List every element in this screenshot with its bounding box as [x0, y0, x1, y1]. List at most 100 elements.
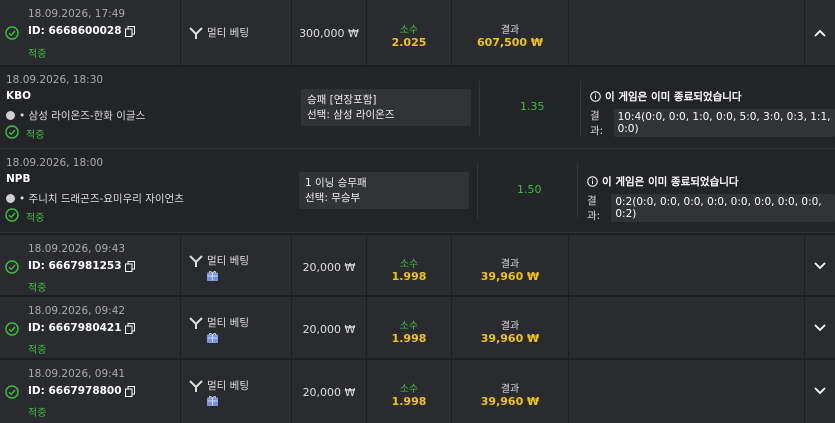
odds-label: 소수 — [399, 384, 419, 395]
bet-row[interactable]: 18.09.2026, 09:41 ID: 6667978800 적중 멀티 베… — [0, 360, 835, 423]
selection-odds: 1.35 — [520, 100, 545, 113]
divider — [479, 81, 480, 137]
bet-date: 18.09.2026, 09:41 — [28, 368, 126, 380]
stake-amount: 20,000 ₩ — [302, 323, 356, 336]
odds-value: 2.025 — [391, 36, 427, 49]
check-circle-icon — [5, 208, 19, 222]
result-label: 결과 — [500, 384, 520, 395]
bet-date: 18.09.2026, 09:43 — [28, 243, 126, 255]
divider — [477, 163, 478, 219]
match-name: • 주니치 드래곤즈-요미우리 자이언츠 — [19, 193, 184, 205]
odds-value: 1.998 — [391, 332, 427, 345]
bet-type-label: 멀티 베팅 — [207, 380, 249, 392]
bet-id: ID: 6668600028 — [28, 25, 122, 37]
multi-bet-icon — [189, 27, 203, 39]
bet-type-label: 멀티 베팅 — [207, 317, 249, 329]
expand-toggle[interactable] — [805, 235, 835, 295]
market-name: 승패 [연장포함] — [307, 94, 377, 106]
status-badge: 적중 — [28, 49, 47, 60]
gift-icon — [207, 332, 218, 343]
multi-bet-icon — [189, 380, 203, 392]
payout-value: 39,960 ₩ — [480, 395, 540, 408]
bet-id: ID: 6667978800 — [28, 385, 122, 397]
score-box: 0:2(0:0, 0:0, 0:0, 0:0, 0:0, 0:0, 0:0, 0… — [611, 194, 835, 222]
payout-value: 39,960 ₩ — [480, 270, 540, 283]
expand-toggle[interactable] — [805, 297, 835, 358]
bet-row[interactable]: 18.09.2026, 09:42 ID: 6667980421 적중 멀티 베… — [0, 297, 835, 360]
game-finished-notice: 이 게임은 이미 종료되었습니다 — [605, 91, 742, 103]
selection-date: 18.09.2026, 18:30 — [6, 74, 104, 86]
selection-result-label: 결과: — [590, 110, 604, 137]
copy-icon[interactable] — [124, 385, 135, 397]
check-circle-icon — [5, 385, 19, 399]
bet-type-cell: 멀티 베팅 — [181, 297, 292, 358]
selection-status: 적중 — [26, 130, 45, 141]
bet-type-label: 멀티 베팅 — [207, 27, 249, 39]
payout-value: 39,960 ₩ — [480, 332, 540, 345]
match-name: • 삼성 라이온즈-한화 이글스 — [19, 110, 146, 122]
check-circle-icon — [5, 26, 19, 40]
bet-id: ID: 6667980421 — [28, 322, 122, 334]
expand-toggle[interactable] — [805, 360, 835, 423]
odds-label: 소수 — [399, 25, 419, 36]
divider — [577, 163, 578, 219]
stake-amount: 20,000 ₩ — [302, 386, 356, 399]
check-circle-icon — [5, 125, 19, 139]
payout-value: 607,500 ₩ — [476, 36, 544, 49]
league-name: NPB — [6, 173, 31, 185]
bet-id: ID: 6667981253 — [28, 260, 122, 272]
bet-date: 18.09.2026, 17:49 — [28, 8, 126, 20]
copy-icon[interactable] — [124, 322, 135, 334]
selection-result-label: 결과: — [587, 195, 601, 222]
baseball-icon — [6, 111, 15, 120]
selection-row: 18.09.2026, 18:30 KBO • 삼성 라이온즈-한화 이글스 적… — [0, 67, 835, 149]
bet-row[interactable]: 18.09.2026, 09:43 ID: 6667981253 적중 멀티 베… — [0, 235, 835, 297]
odds-label: 소수 — [399, 259, 419, 270]
selection-odds: 1.50 — [517, 183, 542, 196]
bet-date: 18.09.2026, 09:42 — [28, 305, 126, 317]
multi-bet-icon — [189, 255, 203, 267]
bet-type-cell: 멀티 베팅 — [181, 360, 292, 423]
result-label: 결과 — [500, 25, 520, 36]
baseball-icon — [6, 194, 15, 203]
bet-type-label: 멀티 베팅 — [207, 255, 249, 267]
bet-info-cell: 18.09.2026, 09:43 ID: 6667981253 적중 — [0, 235, 181, 295]
copy-icon[interactable] — [124, 260, 135, 272]
copy-icon[interactable] — [124, 25, 135, 37]
market-name: 1 이닝 승무패 — [305, 177, 367, 189]
info-icon — [587, 176, 598, 187]
market-box: 1 이닝 승무패 선택: 무승부 — [299, 172, 469, 209]
multi-bet-icon — [189, 317, 203, 329]
bet-info-cell: 18.09.2026, 09:42 ID: 6667980421 적중 — [0, 297, 181, 358]
status-badge: 적중 — [28, 408, 47, 419]
stake-amount: 300,000 ₩ — [299, 27, 359, 40]
info-icon — [590, 91, 601, 102]
market-box: 승패 [연장포함] 선택: 삼성 라이온즈 — [301, 89, 471, 126]
selection-row: 18.09.2026, 18:00 NPB • 주니치 드래곤즈-요미우리 자이… — [0, 149, 835, 233]
stake-amount: 20,000 ₩ — [302, 261, 356, 274]
chevron-up-icon[interactable] — [814, 29, 826, 37]
selection-status: 적중 — [26, 213, 45, 224]
score-box: 10:4(0:0, 0:0, 1:0, 0:0, 5:0, 3:0, 0:3, … — [613, 109, 835, 137]
chevron-down-icon[interactable] — [814, 324, 826, 332]
chevron-down-icon[interactable] — [814, 262, 826, 270]
market-pick: 선택: 무승부 — [305, 192, 361, 204]
bet-type-cell: 멀티 베팅 — [181, 0, 292, 65]
result-label: 결과 — [500, 321, 520, 332]
bet-row[interactable]: 18.09.2026, 17:49 ID: 6668600028 적중 멀티 베… — [0, 0, 835, 67]
selection-date: 18.09.2026, 18:00 — [6, 157, 104, 169]
chevron-down-icon[interactable] — [814, 387, 826, 395]
result-label: 결과 — [500, 259, 520, 270]
status-badge: 적중 — [28, 345, 47, 356]
check-circle-icon — [5, 322, 19, 336]
bet-info-cell: 18.09.2026, 09:41 ID: 6667978800 적중 — [0, 360, 181, 423]
status-badge: 적중 — [28, 283, 47, 294]
odds-value: 1.998 — [391, 270, 427, 283]
bet-info-cell: 18.09.2026, 17:49 ID: 6668600028 적중 — [0, 0, 181, 65]
gift-icon — [207, 395, 218, 406]
gift-icon — [207, 270, 218, 281]
divider — [580, 81, 581, 137]
league-name: KBO — [6, 90, 32, 102]
expand-toggle[interactable] — [805, 0, 835, 65]
bet-type-cell: 멀티 베팅 — [181, 235, 292, 295]
